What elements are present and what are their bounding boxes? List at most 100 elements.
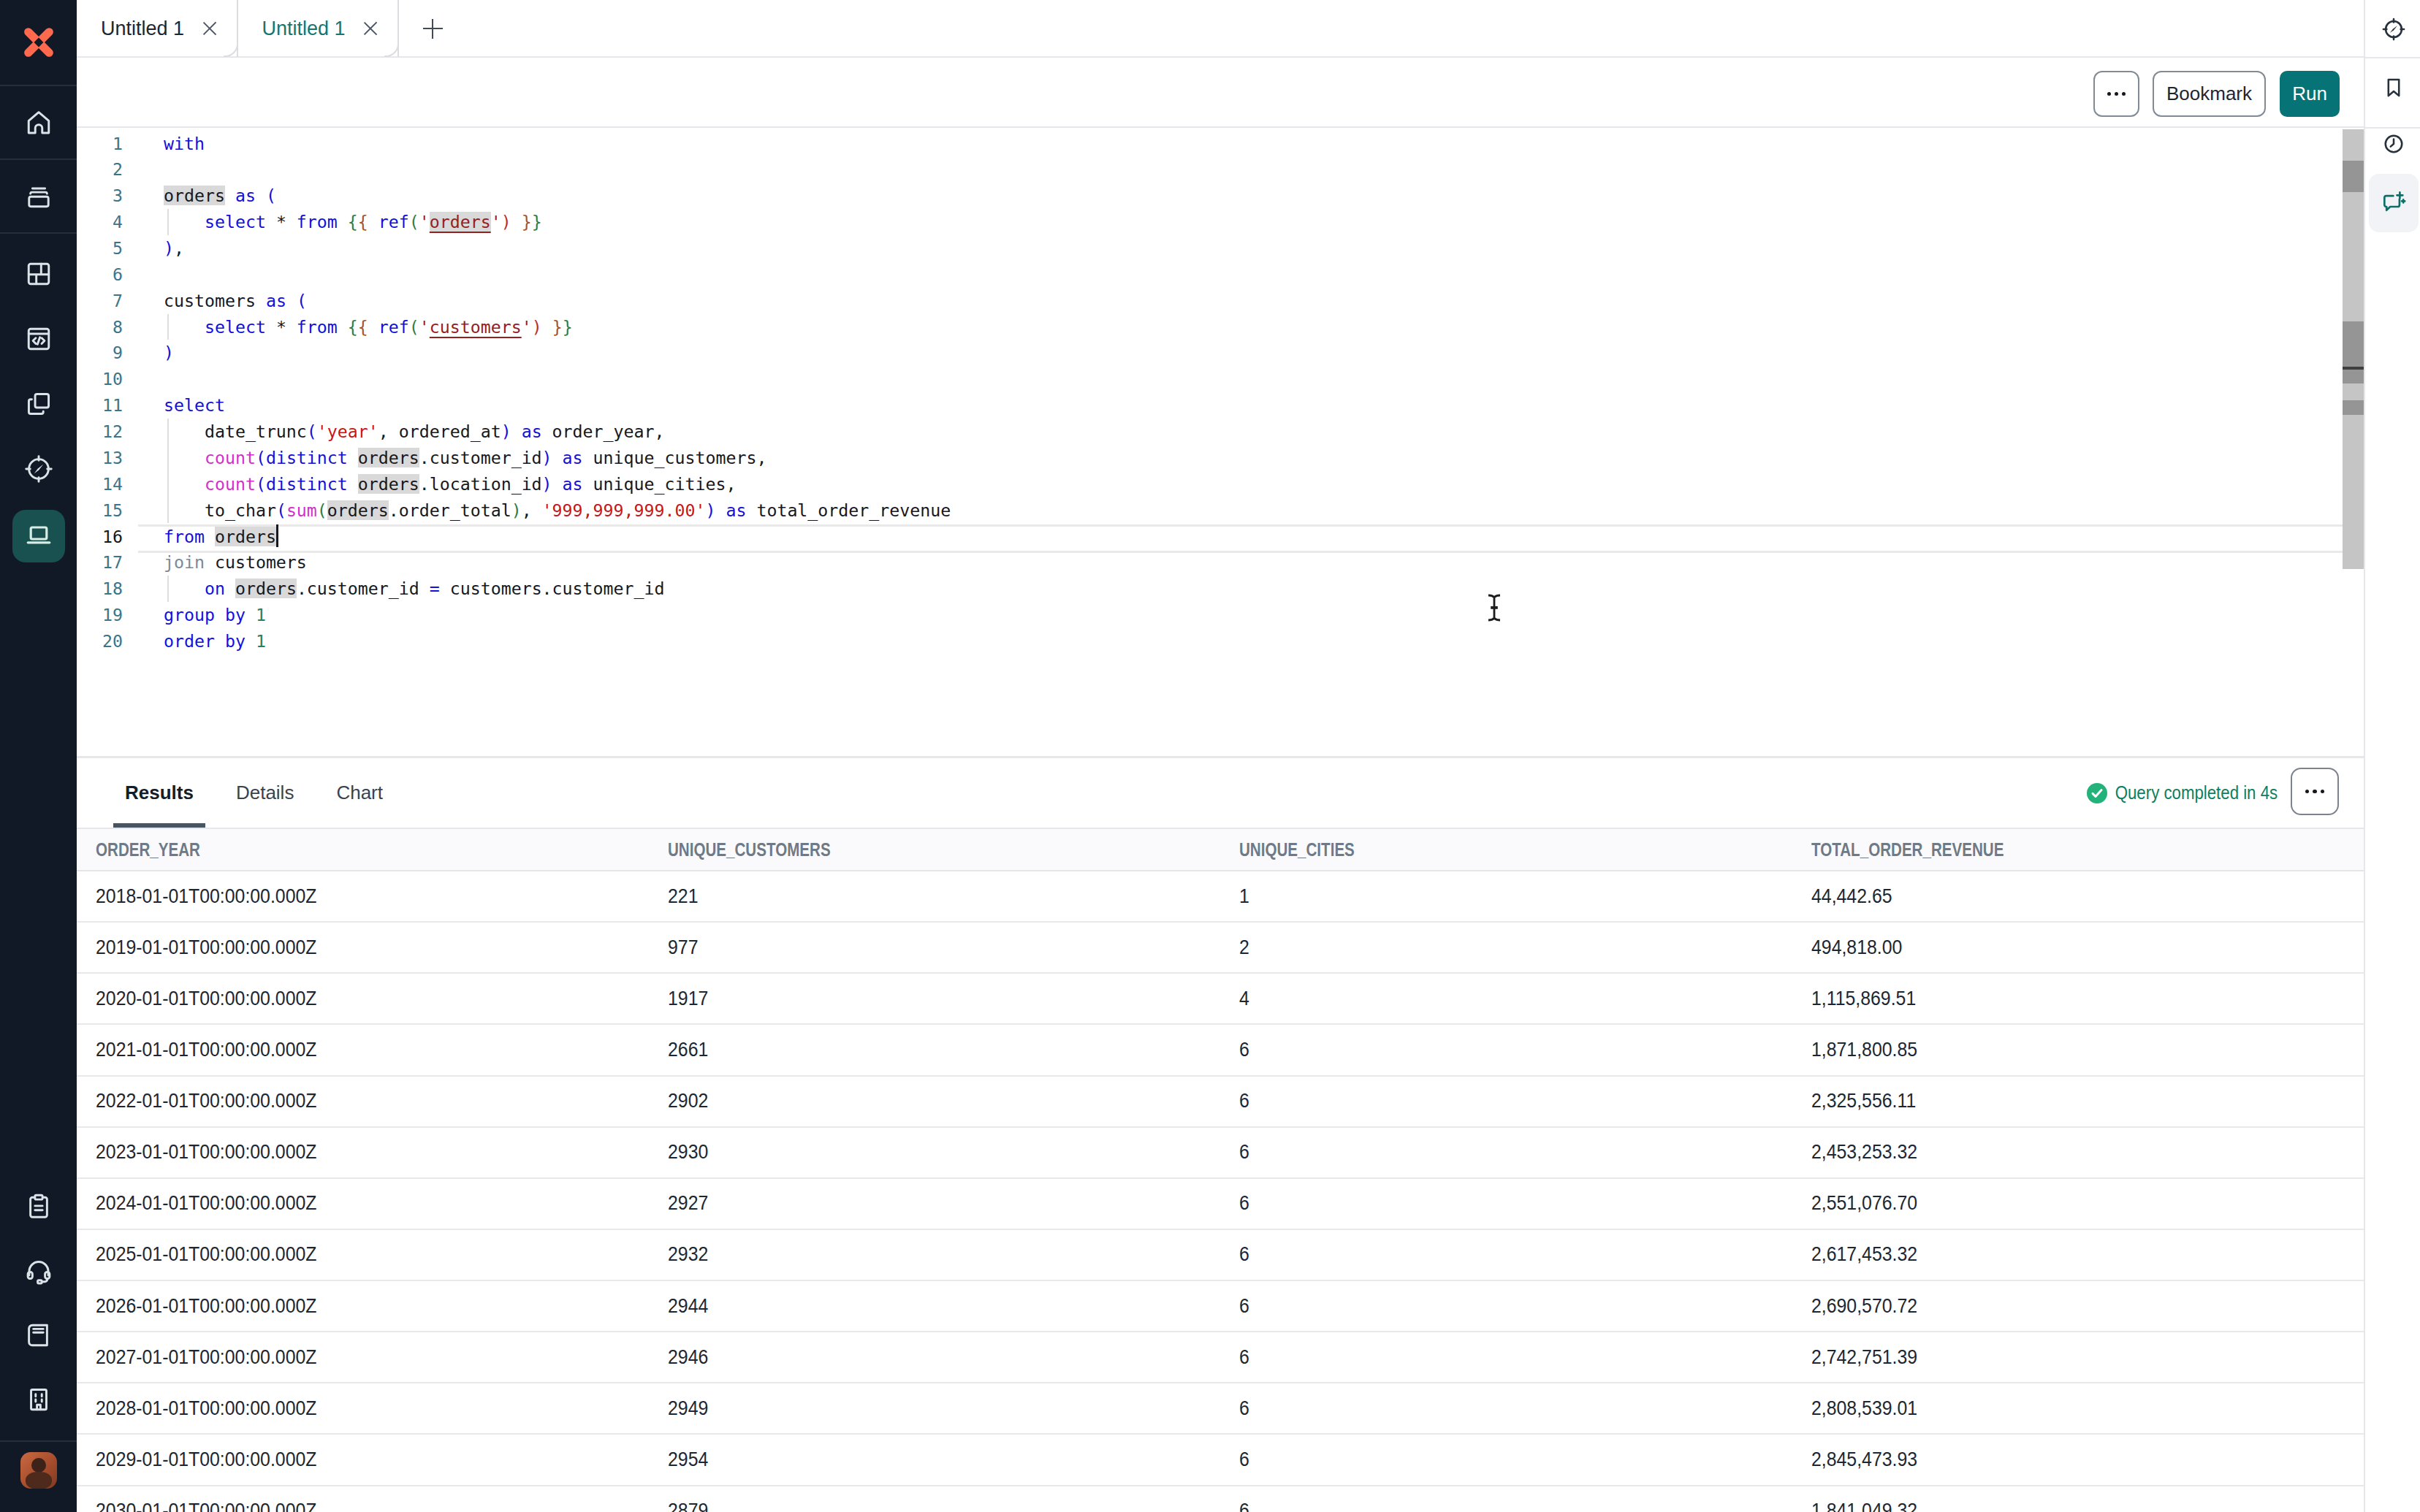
table-cell: 2027-01-01T00:00:00.000Z — [77, 1332, 649, 1382]
code-line: from orders — [164, 524, 278, 550]
table-row[interactable]: 2027-01-01T00:00:00.000Z294662,742,751.3… — [77, 1332, 2364, 1383]
table-cell: 2020-01-01T00:00:00.000Z — [77, 974, 649, 1023]
table-row[interactable]: 2019-01-01T00:00:00.000Z9772494,818.00 — [77, 923, 2364, 974]
clipboard-icon — [23, 1191, 55, 1223]
tab-untitled-2[interactable]: Untitled 1 — [238, 0, 400, 57]
column-header-order_year[interactable]: ORDER_YEAR — [77, 829, 649, 870]
table-row[interactable]: 2030-01-01T00:00:00.000Z287961,841,049.3… — [77, 1486, 2364, 1512]
column-header-total_order_revenue[interactable]: TOTAL_ORDER_REVENUE — [1792, 829, 2364, 870]
line-number: 9 — [77, 340, 123, 366]
sidebar-item-support[interactable] — [0, 1239, 77, 1303]
table-cell: 2932 — [649, 1230, 1221, 1280]
table-row[interactable]: 2021-01-01T00:00:00.000Z266161,871,800.8… — [77, 1025, 2364, 1076]
table-row[interactable]: 2026-01-01T00:00:00.000Z294462,690,570.7… — [77, 1281, 2364, 1332]
code-line: select * from {{ ref('orders') }} — [164, 209, 542, 235]
table-cell: 2,742,751.39 — [1792, 1332, 2364, 1382]
table-cell: 977 — [649, 923, 1221, 972]
table-row[interactable]: 2025-01-01T00:00:00.000Z293262,617,453.3… — [77, 1230, 2364, 1281]
sql-editor[interactable]: 1234567891011121314151617181920 withorde… — [77, 128, 2364, 756]
sidebar-item-explore[interactable] — [0, 436, 77, 501]
sidebar-item-code[interactable] — [0, 306, 77, 371]
sidebar-item-docs[interactable] — [0, 1303, 77, 1367]
table-cell: 2902 — [649, 1077, 1221, 1126]
column-header-unique_cities[interactable]: UNIQUE_CITIES — [1220, 829, 1792, 870]
rail-ai-assistant-button[interactable] — [2365, 188, 2420, 216]
sidebar-item-organization[interactable] — [0, 1367, 77, 1432]
tab-close-icon[interactable] — [202, 20, 218, 37]
table-row[interactable]: 2020-01-01T00:00:00.000Z191741,115,869.5… — [77, 974, 2364, 1025]
hex-logo[interactable] — [0, 0, 77, 86]
rail-history-button[interactable] — [2365, 131, 2420, 157]
sidebar-item-templates[interactable] — [0, 1175, 77, 1239]
sidebar-divider — [0, 1440, 77, 1442]
table-row[interactable]: 2022-01-01T00:00:00.000Z290262,325,556.1… — [77, 1077, 2364, 1128]
table-cell: 2946 — [649, 1332, 1221, 1382]
main-area: Untitled 1 Untitled 1 Bookmark Run 12345… — [77, 0, 2364, 1512]
table-body: 2018-01-01T00:00:00.000Z221144,442.65201… — [77, 871, 2364, 1512]
code-line: date_trunc('year', ordered_at) as order_… — [164, 419, 664, 445]
table-row[interactable]: 2028-01-01T00:00:00.000Z294962,808,539.0… — [77, 1383, 2364, 1435]
sidebar-item-notebook-active[interactable] — [12, 510, 65, 562]
table-cell: 2954 — [649, 1435, 1221, 1484]
building-icon — [23, 1383, 55, 1416]
table-cell: 2022-01-01T00:00:00.000Z — [77, 1077, 649, 1126]
ellipsis-icon — [2305, 790, 2324, 793]
indent-guide — [167, 314, 169, 340]
rail-explore-button[interactable] — [2365, 16, 2420, 42]
line-number: 18 — [77, 576, 123, 602]
line-number: 4 — [77, 209, 123, 235]
table-row[interactable]: 2029-01-01T00:00:00.000Z295462,845,473.9… — [77, 1435, 2364, 1486]
active-line-border — [138, 524, 2343, 527]
table-cell: 2,845,473.93 — [1792, 1435, 2364, 1484]
table-row[interactable]: 2024-01-01T00:00:00.000Z292762,551,076.7… — [77, 1179, 2364, 1230]
line-number: 15 — [77, 497, 123, 524]
results-tab-chart[interactable]: Chart — [324, 758, 395, 828]
indent-guide — [167, 497, 169, 524]
code-line: count(distinct orders.customer_id) as un… — [164, 445, 766, 471]
table-cell: 2,617,453.32 — [1792, 1230, 2364, 1280]
table-cell: 2019-01-01T00:00:00.000Z — [77, 923, 649, 972]
table-cell: 2 — [1220, 923, 1792, 972]
laptop-icon — [21, 519, 56, 554]
code-line: join customers — [164, 549, 307, 576]
dashboard-grid-icon — [23, 258, 55, 290]
table-cell: 2025-01-01T00:00:00.000Z — [77, 1230, 649, 1280]
table-cell: 44,442.65 — [1792, 871, 2364, 921]
tab-untitled-1[interactable]: Untitled 1 — [77, 0, 238, 57]
line-number: 14 — [77, 471, 123, 497]
left-sidebar — [0, 0, 77, 1512]
run-button[interactable]: Run — [2280, 71, 2340, 117]
table-row[interactable]: 2023-01-01T00:00:00.000Z293062,453,253.3… — [77, 1128, 2364, 1179]
table-cell: 6 — [1220, 1435, 1792, 1484]
table-cell: 2949 — [649, 1383, 1221, 1433]
sidebar-item-apps[interactable] — [0, 241, 77, 306]
editor-scrollbar[interactable] — [2343, 129, 2364, 569]
more-options-button[interactable] — [2093, 71, 2139, 117]
headset-icon — [23, 1255, 55, 1287]
sidebar-item-components[interactable] — [0, 371, 77, 436]
results-tab-results[interactable]: Results — [113, 758, 205, 828]
table-cell: 2,808,539.01 — [1792, 1383, 2364, 1433]
user-avatar[interactable] — [20, 1452, 57, 1489]
code-line: order by 1 — [164, 628, 266, 654]
rail-bookmark-button[interactable] — [2365, 75, 2420, 101]
line-number: 17 — [77, 549, 123, 576]
table-cell: 2661 — [649, 1025, 1221, 1074]
table-cell: 2927 — [649, 1179, 1221, 1229]
results-tab-details[interactable]: Details — [224, 758, 305, 828]
new-tab-button[interactable] — [399, 0, 466, 57]
tab-close-icon[interactable] — [362, 20, 378, 37]
column-header-unique_customers[interactable]: UNIQUE_CUSTOMERS — [649, 829, 1221, 870]
mouse-text-cursor — [1485, 593, 1504, 622]
line-number: 13 — [77, 445, 123, 471]
bookmark-button[interactable]: Bookmark — [2153, 71, 2266, 117]
table-cell: 1 — [1220, 871, 1792, 921]
windows-icon — [23, 388, 55, 420]
sidebar-item-home[interactable] — [0, 86, 77, 160]
table-cell: 6 — [1220, 1281, 1792, 1331]
table-header: ORDER_YEARUNIQUE_CUSTOMERSUNIQUE_CITIEST… — [77, 828, 2364, 871]
results-more-button[interactable] — [2291, 768, 2339, 815]
sidebar-item-projects[interactable] — [0, 160, 77, 234]
table-row[interactable]: 2018-01-01T00:00:00.000Z221144,442.65 — [77, 871, 2364, 923]
code-line: count(distinct orders.location_id) as un… — [164, 471, 736, 497]
